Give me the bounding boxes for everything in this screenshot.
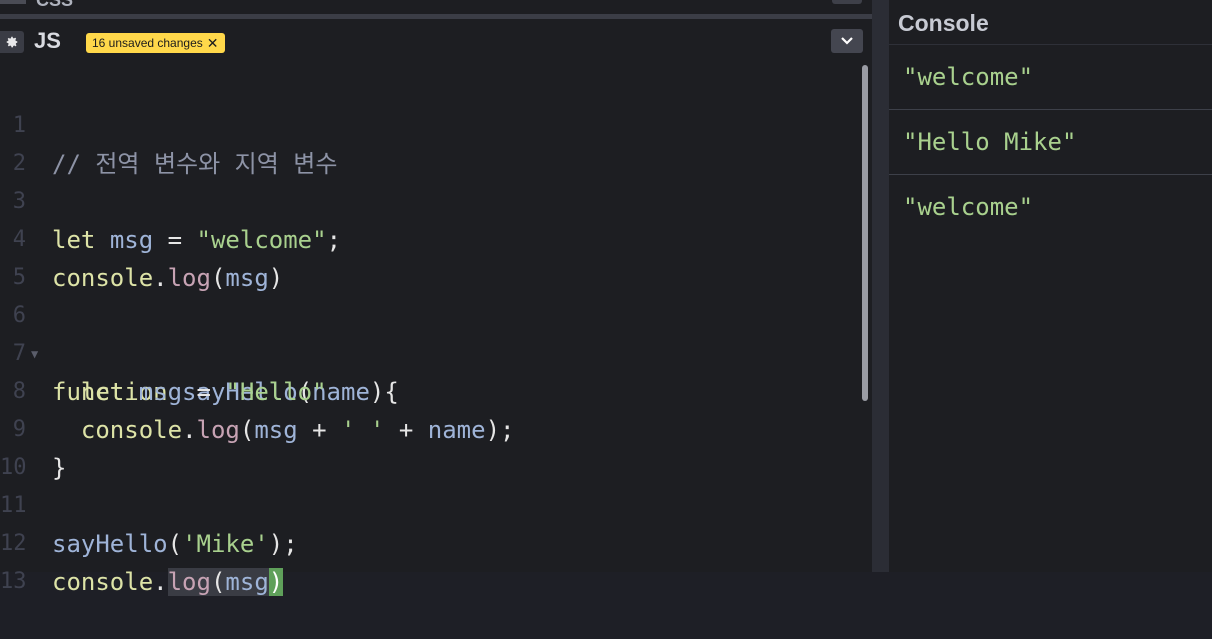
- code-line: 11 sayHello('Mike');: [0, 449, 860, 558]
- console-entry: "welcome": [889, 45, 1212, 110]
- code-editor[interactable]: 1 // 전역 변수와 지역 변수 2 3 let msg = "welcome…: [0, 63, 860, 596]
- console-entry-text: "welcome": [903, 193, 1034, 221]
- css-panel-title: CSS: [36, 0, 74, 10]
- collapse-button[interactable]: [831, 29, 863, 53]
- code-line: 7 let msg = "Hello": [0, 297, 860, 406]
- js-panel-header: JS 16 unsaved changes ✕: [0, 19, 872, 63]
- close-icon[interactable]: ✕: [207, 33, 219, 53]
- object-token: console: [52, 568, 154, 596]
- console-entry: "welcome": [889, 175, 1212, 239]
- console-panel: Console "welcome" "Hello Mike" "welcome": [889, 0, 1212, 572]
- unsaved-changes-label: 16 unsaved changes: [92, 36, 203, 50]
- console-header: Console: [889, 0, 1212, 45]
- code-line: 5: [0, 221, 860, 290]
- code-line: 8 console.log(msg + ' ' + name);: [0, 335, 860, 444]
- code-line: 10: [0, 411, 860, 480]
- gear-icon[interactable]: [0, 31, 24, 53]
- js-panel-title: JS: [34, 28, 61, 53]
- code-line: 13: [0, 525, 860, 594]
- split-resize-handle[interactable]: [872, 0, 889, 572]
- variable-token: msg: [225, 568, 269, 596]
- editor-scrollbar[interactable]: [860, 63, 872, 572]
- console-title: Console: [898, 10, 989, 36]
- chevron-down-icon: [841, 37, 853, 45]
- code-line: 6 ▼ function sayHello(name){: [0, 259, 860, 406]
- code-line: 2: [0, 107, 860, 176]
- console-entry: "Hello Mike": [889, 110, 1212, 175]
- scrollbar-thumb[interactable]: [862, 65, 868, 401]
- code-line: 4 console.log(msg): [0, 183, 860, 292]
- console-entry-text: "welcome": [903, 63, 1034, 91]
- code-line: 1 // 전역 변수와 지역 변수: [0, 69, 860, 178]
- code-line: 9 }: [0, 373, 860, 482]
- code-line: 3 let msg = "welcome";: [0, 145, 860, 254]
- css-collapse-button[interactable]: [832, 0, 862, 4]
- console-entry-text: "Hello Mike": [903, 128, 1077, 156]
- method-token: log: [167, 568, 211, 596]
- punct-token: (: [210, 568, 226, 596]
- punct-token: .: [153, 568, 168, 596]
- matched-bracket: ): [268, 568, 284, 596]
- line-number: 13: [0, 569, 27, 594]
- code-line: 12 console.log(msg): [0, 487, 860, 596]
- unsaved-changes-badge[interactable]: 16 unsaved changes ✕: [86, 33, 225, 53]
- css-panel-header: CSS: [0, 0, 872, 14]
- css-settings-icon[interactable]: [0, 0, 26, 4]
